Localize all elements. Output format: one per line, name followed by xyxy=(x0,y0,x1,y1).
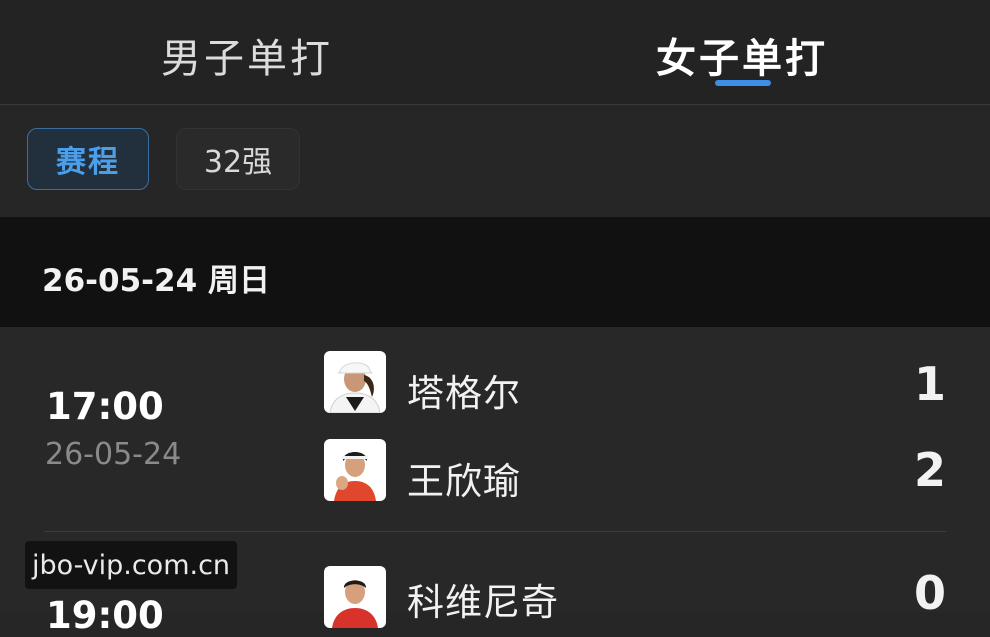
player-name: 塔格尔 xyxy=(407,372,521,415)
watermark: jbo-vip.com.cn xyxy=(25,541,237,589)
view-tabs: 赛程 32强 xyxy=(0,105,990,216)
date-header-label: 26-05-24 周日 xyxy=(42,263,270,299)
player-score: 1 xyxy=(913,357,946,411)
tab-top32[interactable]: 32强 xyxy=(176,128,300,190)
match-time: 19:00 xyxy=(46,594,164,637)
player-avatar-white-cap-icon xyxy=(324,351,386,413)
player-avatar-red-top-icon xyxy=(324,439,386,501)
tab-schedule[interactable]: 赛程 xyxy=(27,128,149,190)
player-name: 科维尼奇 xyxy=(407,581,559,624)
player-name: 王欣瑜 xyxy=(407,460,521,503)
match-date: 26-05-24 xyxy=(45,437,182,472)
tab-women-singles[interactable]: 女子单打 xyxy=(592,26,892,84)
player-avatar-red-top-icon xyxy=(324,566,386,628)
player-score: 2 xyxy=(913,443,946,497)
date-header: 26-05-24 周日 xyxy=(0,217,990,327)
tab-men-singles[interactable]: 男子单打 xyxy=(97,26,397,84)
match-time: 17:00 xyxy=(46,385,164,428)
event-tabs: 男子单打 女子单打 xyxy=(0,0,990,105)
match-card[interactable]: 17:00 26-05-24 塔格尔 1 王欣瑜 2 xyxy=(0,327,990,532)
active-tab-indicator xyxy=(715,80,771,86)
